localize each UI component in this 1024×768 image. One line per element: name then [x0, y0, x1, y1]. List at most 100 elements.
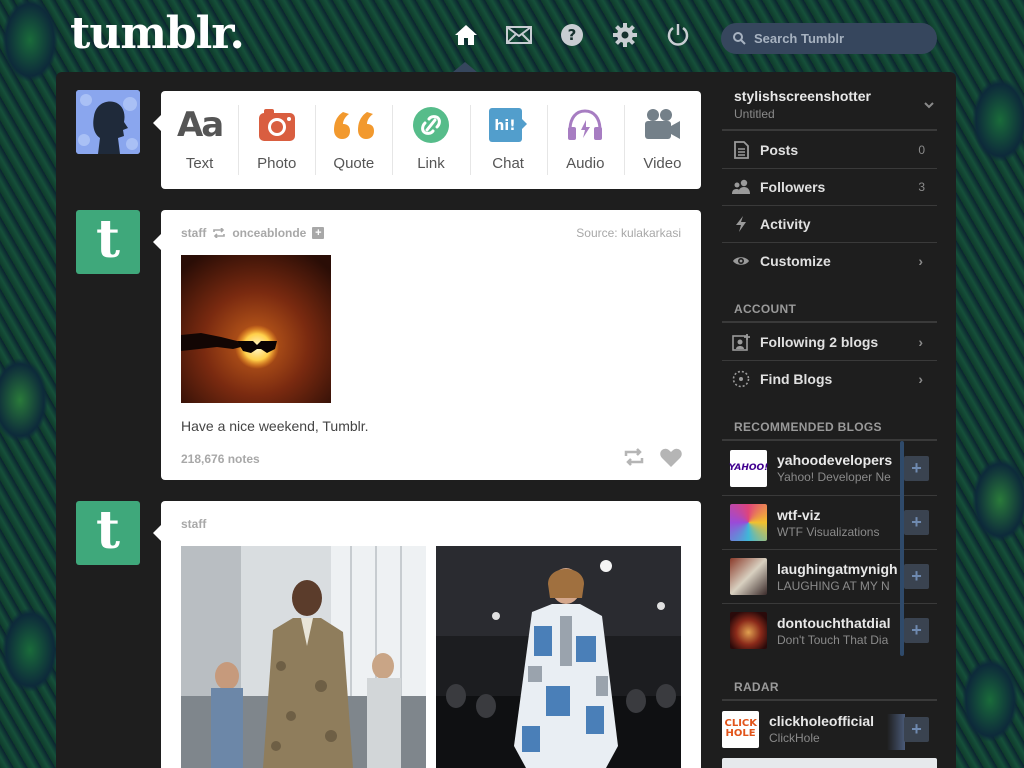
- post-type-chat[interactable]: hi! Chat: [469, 91, 547, 189]
- recommended-blog[interactable]: laughingatmynigh LAUGHING AT MY N +: [722, 549, 937, 603]
- mail-icon[interactable]: [506, 22, 532, 48]
- sidebar-item-activity[interactable]: Activity: [722, 205, 937, 242]
- blog-name[interactable]: yahoodevelopers: [777, 452, 902, 468]
- card-pointer: [153, 115, 161, 131]
- chevron-right-icon: ›: [918, 253, 923, 269]
- recommended-scrollbar[interactable]: [900, 441, 904, 656]
- settings-icon[interactable]: [612, 22, 638, 48]
- post-photo[interactable]: [181, 255, 331, 403]
- radar-post-preview[interactable]: [722, 758, 937, 768]
- posts-icon: [734, 140, 749, 159]
- sidebar-item-followers[interactable]: Followers 3: [722, 168, 937, 205]
- search-input[interactable]: [754, 31, 924, 46]
- sidebar-item-label: Following 2 blogs: [760, 333, 879, 350]
- staff-avatar[interactable]: t: [76, 501, 140, 565]
- post-type-label: Link: [417, 155, 445, 172]
- help-icon[interactable]: ?: [559, 22, 585, 48]
- followers-icon: [732, 179, 750, 194]
- reblog-icon[interactable]: [623, 448, 645, 471]
- post-photo[interactable]: [181, 546, 426, 768]
- sidebar-item-following[interactable]: Following 2 blogs ›: [722, 323, 937, 360]
- search-bar[interactable]: [721, 23, 937, 54]
- blog-title: ClickHole: [769, 731, 820, 745]
- recommended-blog[interactable]: wtf-viz WTF Visualizations +: [722, 495, 937, 549]
- reblogged-from[interactable]: onceablonde: [232, 226, 306, 240]
- blog-title: Yahoo! Developer Ne: [777, 470, 891, 484]
- staff-avatar[interactable]: t: [76, 210, 140, 274]
- like-heart-icon[interactable]: [660, 448, 682, 473]
- reblog-small-icon: [213, 228, 226, 238]
- follow-button[interactable]: +: [904, 564, 929, 589]
- blog-title: Untitled: [734, 107, 775, 121]
- post-type-label: Photo: [257, 155, 297, 172]
- blog-name[interactable]: laughingatmynigh: [777, 561, 902, 577]
- blog-name[interactable]: dontouchthatdial: [777, 615, 902, 631]
- power-icon[interactable]: [665, 22, 691, 48]
- account-header: ACCOUNT: [734, 302, 797, 316]
- headphones-icon: [566, 105, 604, 145]
- link-icon: [412, 105, 450, 145]
- post-header: staff onceablonde +: [181, 226, 325, 240]
- post-type-selector: Aa Text Photo Quote Link hi! Chat Audio: [153, 91, 701, 189]
- post-type-label: Audio: [566, 155, 605, 172]
- post-card: staff onceablonde + Source: kulakarkasi …: [153, 210, 701, 480]
- lightning-icon: [736, 216, 746, 232]
- card-pointer: [153, 525, 161, 541]
- post-source[interactable]: Source: kulakarkasi: [576, 226, 681, 240]
- blog-avatar[interactable]: YAHOO!: [728, 449, 769, 487]
- clickhole-logo-text: CLICK HOLE: [724, 718, 758, 739]
- follow-button[interactable]: +: [904, 455, 929, 481]
- post-notes[interactable]: 218,676 notes: [181, 452, 260, 466]
- tumblr-logo[interactable]: tumblr.: [70, 8, 245, 59]
- follow-button[interactable]: +: [904, 510, 929, 535]
- yahoo-logo: YAHOO!: [728, 463, 769, 473]
- post-photo[interactable]: [436, 546, 681, 768]
- blog-avatar[interactable]: [730, 558, 767, 595]
- source-name[interactable]: kulakarkasi: [621, 226, 681, 240]
- divider: [722, 699, 937, 701]
- clickhole-logo[interactable]: CLICK HOLE: [722, 710, 759, 748]
- blog-name[interactable]: stylishscreenshotter: [734, 88, 934, 104]
- post-author[interactable]: staff: [181, 517, 206, 531]
- chevron-down-icon[interactable]: [924, 102, 934, 109]
- post-type-label: Video: [643, 155, 682, 172]
- user-avatar[interactable]: [76, 90, 140, 154]
- blog-avatar[interactable]: [730, 612, 767, 649]
- post-type-audio[interactable]: Audio: [546, 91, 624, 189]
- post-type-text[interactable]: Aa Text: [161, 91, 238, 189]
- sidebar-item-posts[interactable]: Posts 0: [722, 131, 937, 168]
- post-card: staff: [153, 501, 701, 768]
- svg-text:?: ?: [568, 26, 577, 44]
- tumblr-t-icon: t: [95, 209, 121, 270]
- blog-avatar[interactable]: [730, 504, 767, 541]
- post-type-video[interactable]: Video: [623, 91, 701, 189]
- sidebar-item-find-blogs[interactable]: Find Blogs ›: [722, 360, 937, 397]
- home-icon[interactable]: [453, 22, 479, 48]
- top-bar: tumblr. ?: [0, 0, 1024, 72]
- radar-blog[interactable]: CLICK HOLE clickholeofficial ClickHole +: [722, 702, 937, 756]
- chevron-right-icon: ›: [918, 371, 923, 387]
- post-type-photo[interactable]: Photo: [238, 91, 315, 189]
- radar-post-thumbnail[interactable]: [887, 714, 905, 750]
- recommended-blog[interactable]: YAHOO! yahoodevelopers Yahoo! Developer N…: [722, 441, 937, 495]
- sidebar-item-label: Customize: [760, 253, 831, 269]
- post-author[interactable]: staff: [181, 226, 206, 240]
- card-pointer: [153, 234, 161, 250]
- eye-icon: [733, 257, 749, 265]
- blog-name[interactable]: clickholeofficial: [769, 713, 894, 729]
- blog-name[interactable]: wtf-viz: [777, 507, 902, 523]
- blog-title: WTF Visualizations: [777, 524, 880, 539]
- text-icon: Aa: [176, 105, 224, 145]
- follow-small-icon[interactable]: +: [312, 227, 325, 239]
- sidebar-item-customize[interactable]: Customize ›: [722, 242, 937, 279]
- recommended-blog[interactable]: dontouchthatdial Don't Touch That Dia +: [722, 603, 937, 657]
- blog-switcher[interactable]: stylishscreenshotter Untitled: [734, 88, 934, 121]
- find-blogs-icon: [732, 370, 750, 388]
- post-type-quote[interactable]: Quote: [315, 91, 392, 189]
- tumblr-t-icon: t: [95, 500, 121, 561]
- post-type-link[interactable]: Link: [392, 91, 469, 189]
- follow-button[interactable]: +: [904, 618, 929, 643]
- camera-icon: [258, 105, 296, 145]
- follow-button[interactable]: +: [904, 716, 929, 742]
- followers-count: 3: [918, 180, 925, 194]
